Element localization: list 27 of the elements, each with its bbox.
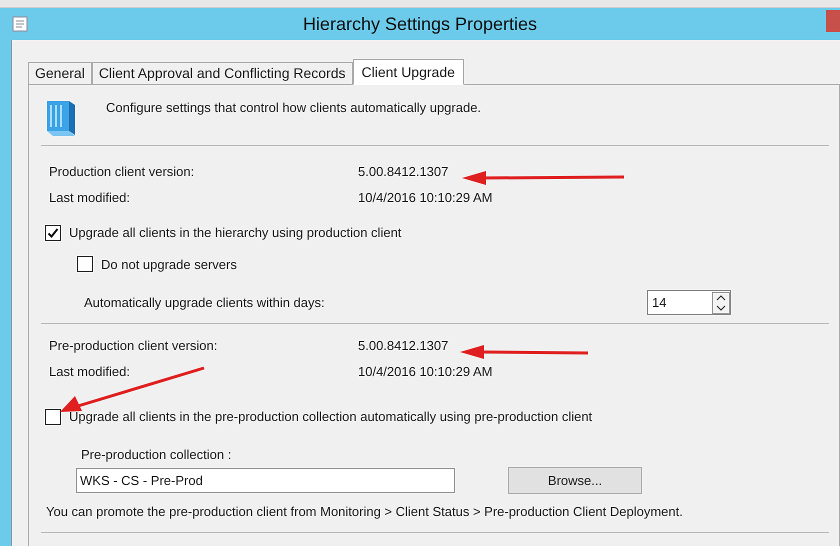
field-label: Production client version: [49,163,196,181]
field-value: 5.00.8412.1307 [358,337,448,355]
checkbox[interactable] [77,256,93,272]
checkbox-label: Upgrade all clients in the hierarchy using production client [69,224,402,242]
field-label: Automatically upgrade clients within days: [84,294,326,312]
field-label: Pre-production client version: [49,337,218,355]
field-label: Pre-production collection : [81,446,232,464]
collection-field[interactable]: WKS - CS - Pre-Prod [76,468,455,493]
checkbox[interactable] [45,408,61,425]
field-value: 10/4/2016 10:10:29 AM [358,188,492,206]
field-value: 5.00.8412.1307 [358,163,448,181]
checkbox[interactable] [45,224,61,241]
tab[interactable]: Client Approval and Conflicting Records [92,62,353,84]
window-title: Hierarchy Settings Properties [302,12,538,36]
window-icon [12,16,28,32]
checkbox-label: Upgrade all clients in the pre-production collection automatically using pre-production client [69,408,592,426]
days-spinbox[interactable]: 14 [647,290,731,315]
intro-text: Configure settings that control how clients automatically upgrade. [106,99,482,117]
checkbox-label: Do not upgrade servers [101,256,237,274]
note-text: You can promote the pre-production client from Monitoring > Client Status > Pre-production Client Deployment. [46,503,684,521]
field-label: Last modified: [49,188,131,206]
field-value: 10/4/2016 10:10:29 AM [358,362,492,380]
tab[interactable]: Client Upgrade [352,59,464,85]
spin-arrows-icon[interactable] [712,292,730,314]
browse-button[interactable]: Browse... [508,467,642,494]
tab[interactable]: General [28,62,92,84]
field-label: Last modified: [49,362,131,380]
